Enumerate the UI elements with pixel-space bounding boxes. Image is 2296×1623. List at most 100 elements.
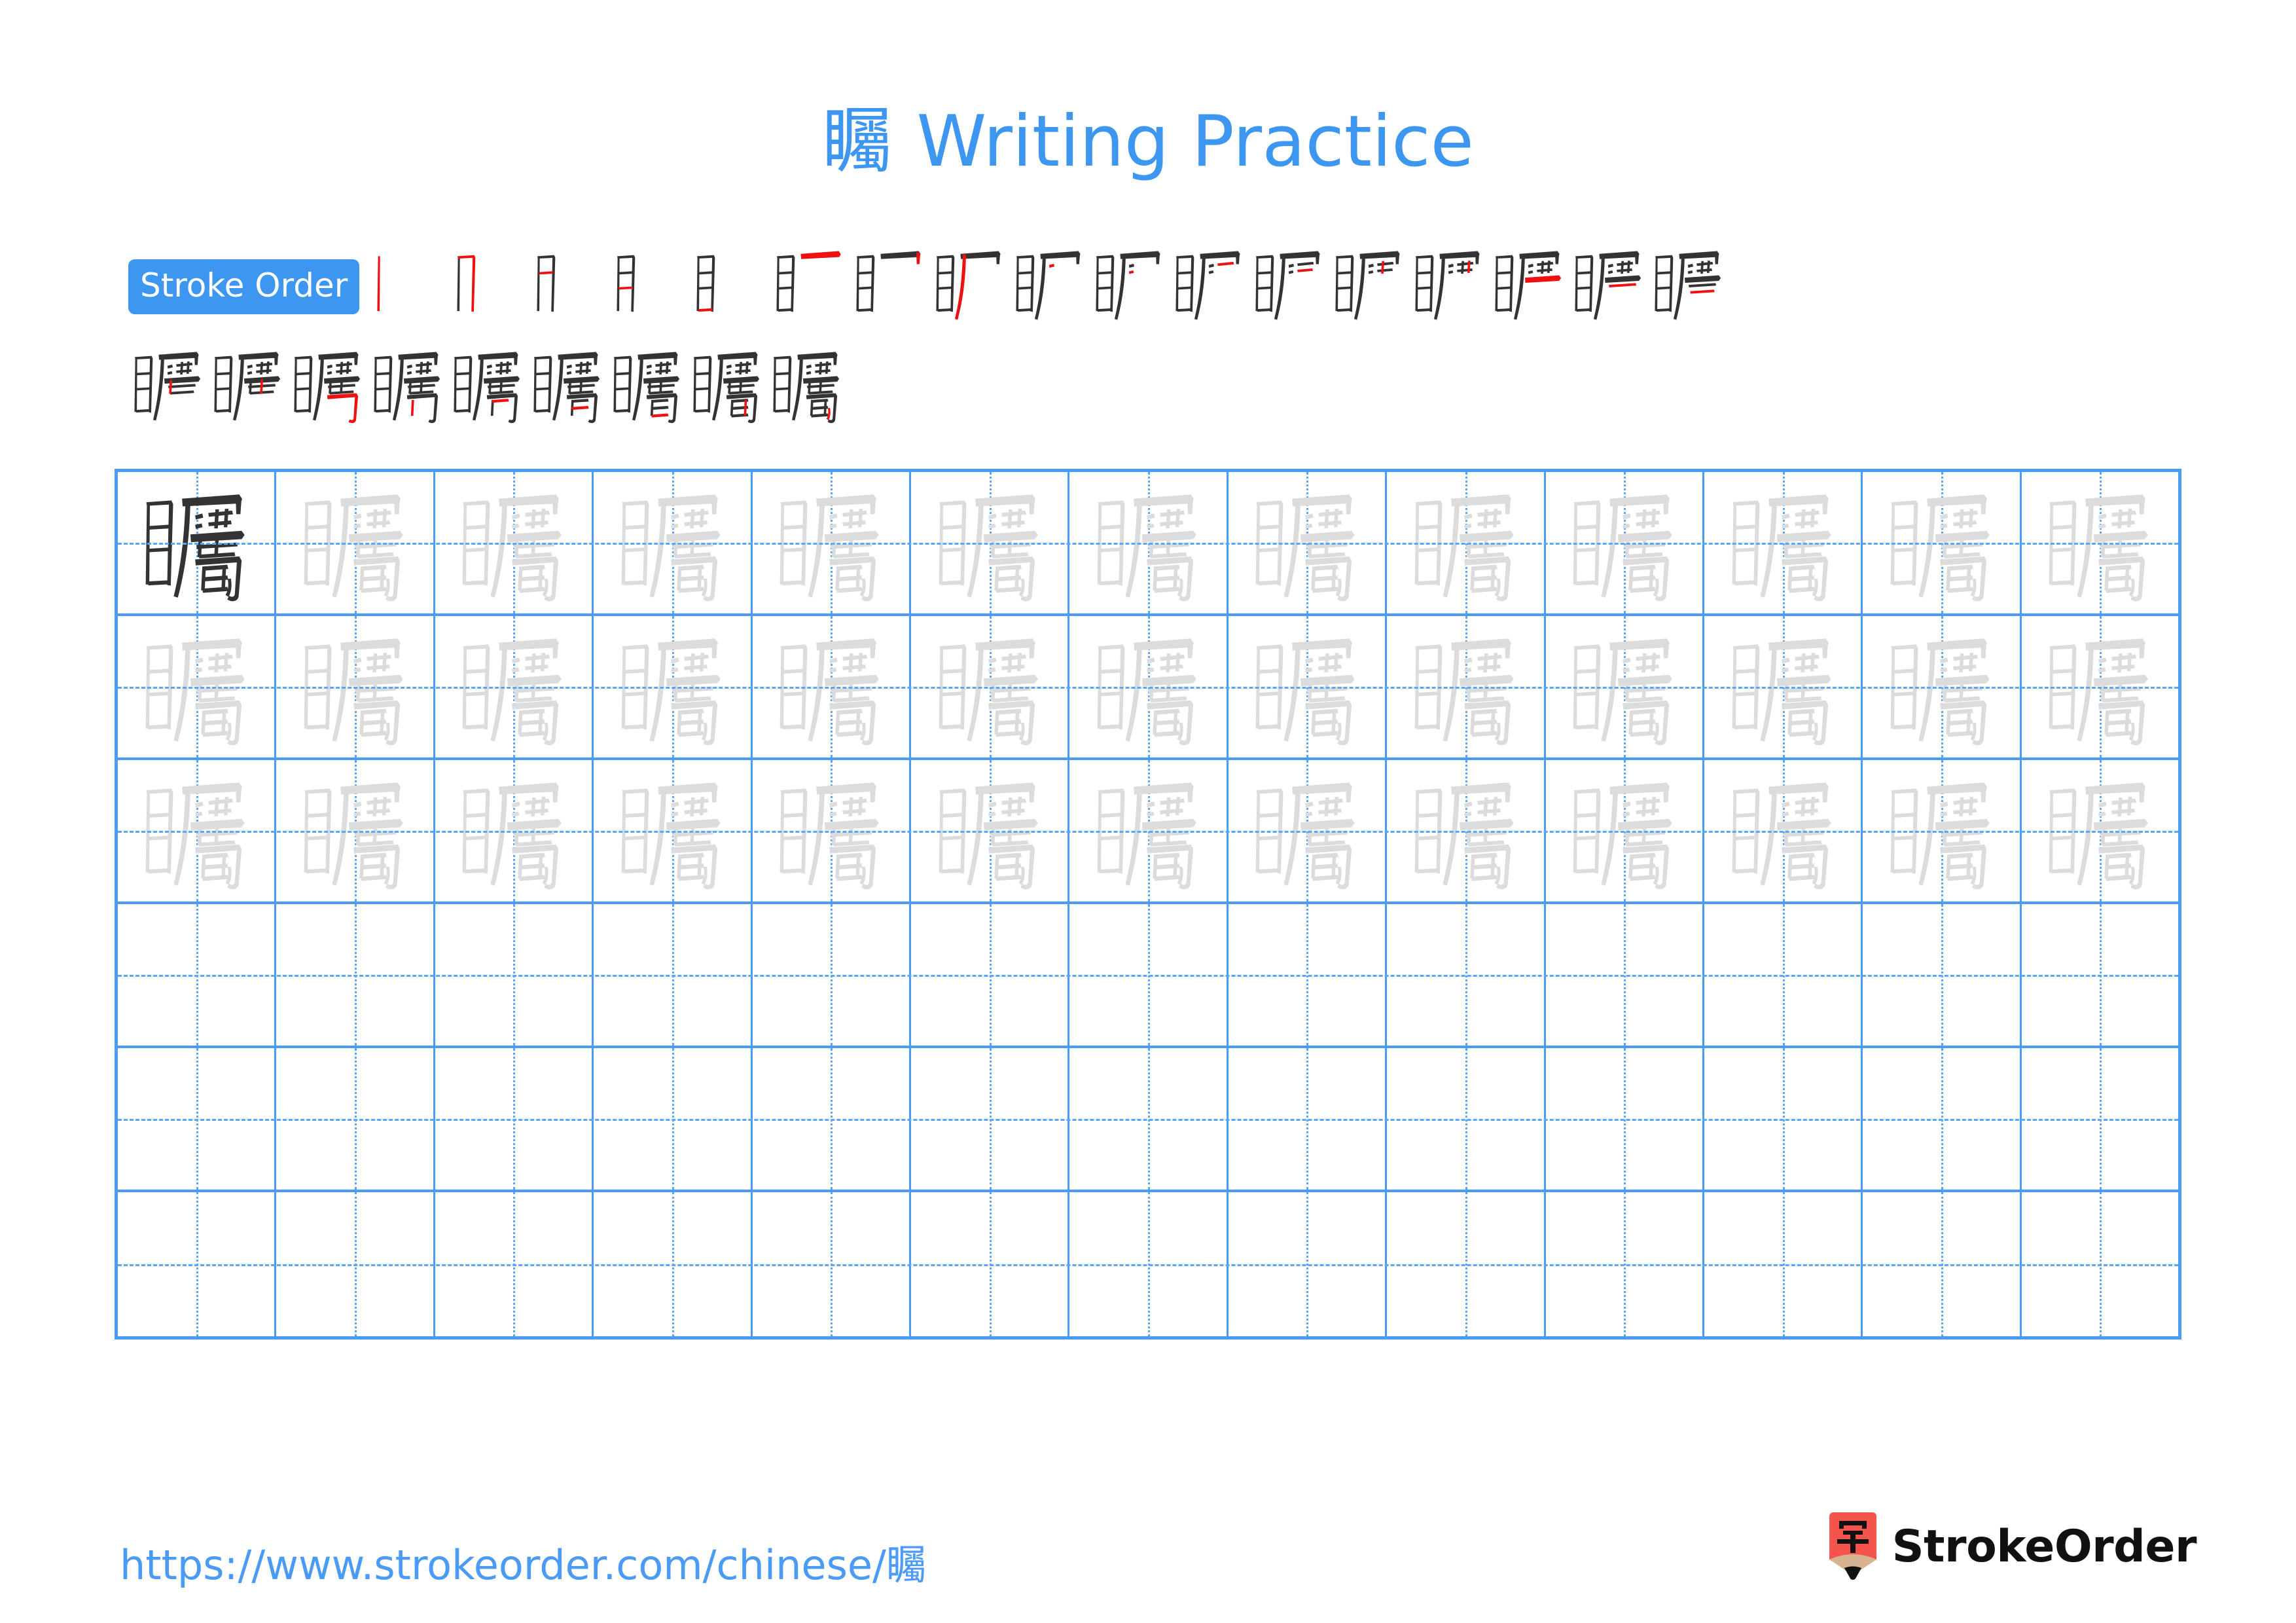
practice-cell[interactable] xyxy=(1863,616,2022,757)
practice-cell[interactable] xyxy=(1387,1048,1546,1190)
practice-cell[interactable] xyxy=(1229,616,1388,757)
practice-cell[interactable] xyxy=(118,760,277,902)
practice-cell[interactable] xyxy=(118,1192,277,1336)
practice-cell[interactable] xyxy=(435,904,594,1046)
practice-cell[interactable] xyxy=(753,760,911,902)
trace-character xyxy=(276,616,433,757)
practice-cell[interactable] xyxy=(594,616,753,757)
practice-cell[interactable] xyxy=(1704,472,1863,613)
practice-cell[interactable] xyxy=(911,616,1070,757)
practice-cell[interactable] xyxy=(753,904,911,1046)
practice-cell[interactable] xyxy=(594,904,753,1046)
practice-cell[interactable] xyxy=(1546,1048,1704,1190)
practice-cell[interactable] xyxy=(1546,472,1704,613)
source-url-link[interactable]: https://www.strokeorder.com/chinese/矚 xyxy=(120,1532,927,1591)
practice-cell[interactable] xyxy=(594,760,753,902)
practice-cell[interactable] xyxy=(1863,472,2022,613)
practice-cell[interactable] xyxy=(753,616,911,757)
practice-cell[interactable] xyxy=(1229,472,1388,613)
practice-cell[interactable] xyxy=(1069,616,1229,757)
practice-cell[interactable] xyxy=(1387,1192,1546,1336)
practice-cell[interactable] xyxy=(118,616,277,757)
practice-cell[interactable] xyxy=(1229,904,1388,1046)
practice-cell[interactable] xyxy=(911,760,1070,902)
trace-character xyxy=(753,760,909,902)
practice-cell[interactable] xyxy=(276,904,435,1046)
practice-cell[interactable] xyxy=(2022,1048,2178,1190)
practice-cell[interactable] xyxy=(753,1192,911,1336)
practice-cell[interactable] xyxy=(2022,472,2178,613)
practice-cell[interactable] xyxy=(1704,1192,1863,1336)
practice-cell[interactable] xyxy=(2022,616,2178,757)
practice-cell[interactable] xyxy=(435,472,594,613)
practice-cell[interactable] xyxy=(1387,904,1546,1046)
practice-cell[interactable] xyxy=(911,904,1070,1046)
practice-cell[interactable] xyxy=(1546,616,1704,757)
brand-logo[interactable]: StrokeOrder xyxy=(1828,1512,2197,1580)
practice-cell[interactable] xyxy=(1863,1048,2022,1190)
practice-cell[interactable] xyxy=(435,1048,594,1190)
practice-cell[interactable] xyxy=(1387,760,1546,902)
practice-cell[interactable] xyxy=(1546,1192,1704,1336)
practice-cell[interactable] xyxy=(2022,760,2178,902)
stroke-order-step-20 xyxy=(288,344,368,441)
practice-cell[interactable] xyxy=(911,1048,1070,1190)
practice-cell[interactable] xyxy=(1863,760,2022,902)
practice-cell[interactable] xyxy=(118,472,277,613)
practice-cell[interactable] xyxy=(1069,760,1229,902)
practice-cell[interactable] xyxy=(911,472,1070,613)
practice-cell[interactable] xyxy=(1229,1048,1388,1190)
practice-cell[interactable] xyxy=(276,1048,435,1190)
practice-cell[interactable] xyxy=(1704,1048,1863,1190)
practice-cell[interactable] xyxy=(1863,904,2022,1046)
practice-cell[interactable] xyxy=(594,472,753,613)
practice-cell[interactable] xyxy=(1229,760,1388,902)
practice-cell[interactable] xyxy=(1069,1048,1229,1190)
trace-character xyxy=(118,760,274,902)
trace-character xyxy=(435,616,592,757)
practice-grid-row xyxy=(118,904,2178,1048)
trace-character xyxy=(276,760,433,902)
practice-cell[interactable] xyxy=(1387,472,1546,613)
trace-character xyxy=(1069,760,1226,902)
trace-character xyxy=(1704,472,1861,613)
practice-cell[interactable] xyxy=(276,616,435,757)
practice-cell[interactable] xyxy=(1546,760,1704,902)
trace-character xyxy=(753,616,909,757)
stroke-order-step-4 xyxy=(611,244,691,340)
stroke-order-step-16 xyxy=(1569,244,1649,340)
practice-cell[interactable] xyxy=(118,1048,277,1190)
practice-cell[interactable] xyxy=(911,1192,1070,1336)
practice-cell[interactable] xyxy=(118,904,277,1046)
practice-cell[interactable] xyxy=(1229,1192,1388,1336)
practice-cell[interactable] xyxy=(594,1048,753,1190)
trace-character xyxy=(1229,760,1385,902)
practice-cell[interactable] xyxy=(594,1192,753,1336)
practice-cell[interactable] xyxy=(2022,1192,2178,1336)
practice-cell[interactable] xyxy=(1704,760,1863,902)
practice-cell[interactable] xyxy=(1704,616,1863,757)
practice-cell[interactable] xyxy=(2022,904,2178,1046)
practice-cell[interactable] xyxy=(1863,1192,2022,1336)
stroke-order-step-26 xyxy=(767,344,847,441)
practice-cell[interactable] xyxy=(276,472,435,613)
practice-cell[interactable] xyxy=(435,616,594,757)
practice-cell[interactable] xyxy=(1546,904,1704,1046)
stroke-order-step-11 xyxy=(1170,244,1249,340)
stroke-order-step-3 xyxy=(531,244,611,340)
practice-cell[interactable] xyxy=(1069,472,1229,613)
practice-cell[interactable] xyxy=(435,760,594,902)
practice-cell[interactable] xyxy=(1069,1192,1229,1336)
stroke-order-step-13 xyxy=(1329,244,1409,340)
trace-character xyxy=(1387,760,1543,902)
practice-cell[interactable] xyxy=(1069,904,1229,1046)
practice-cell[interactable] xyxy=(1387,616,1546,757)
stroke-order-step-24 xyxy=(607,344,687,441)
practice-cell[interactable] xyxy=(276,760,435,902)
practice-cell[interactable] xyxy=(435,1192,594,1336)
practice-cell[interactable] xyxy=(1704,904,1863,1046)
practice-cell[interactable] xyxy=(753,472,911,613)
practice-cell[interactable] xyxy=(753,1048,911,1190)
practice-cell[interactable] xyxy=(276,1192,435,1336)
trace-character xyxy=(911,760,1067,902)
